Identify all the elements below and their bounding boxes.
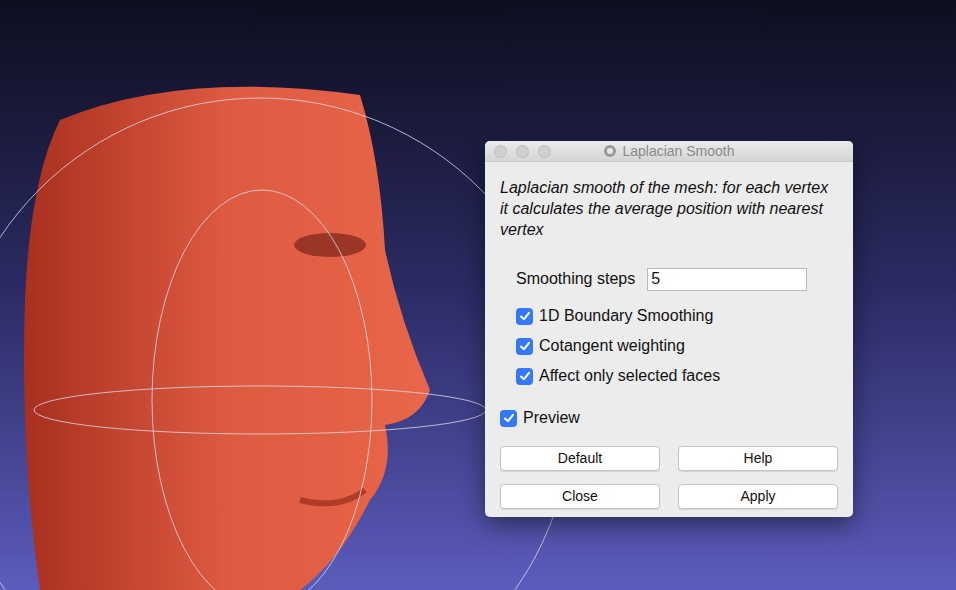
preview-row[interactable]: Preview [500, 406, 838, 430]
preview-label: Preview [523, 406, 580, 430]
check-icon [503, 412, 515, 424]
dialog-window: Laplacian Smooth Laplacian smooth of the … [485, 141, 853, 517]
window-title: Laplacian Smooth [622, 141, 734, 162]
meshlab-screen: Laplacian Smooth Laplacian smooth of the … [0, 0, 956, 590]
option-label: Affect only selected faces [539, 364, 720, 388]
option-checkbox[interactable] [516, 308, 533, 325]
check-icon [519, 370, 531, 382]
option-row[interactable]: 1D Boundary Smoothing [516, 301, 838, 331]
option-row[interactable]: Affect only selected faces [516, 361, 838, 391]
check-icon [519, 340, 531, 352]
dialog-button[interactable]: Apply [678, 484, 838, 509]
dialog-button[interactable]: Default [500, 446, 660, 471]
zoom-button[interactable] [538, 145, 551, 158]
option-checkbox[interactable] [516, 338, 533, 355]
meshlab-logo-icon [603, 144, 617, 158]
dialog-button[interactable]: Help [678, 446, 838, 471]
filter-description: Laplacian smooth of the mesh: for each v… [500, 177, 838, 240]
minimize-button[interactable] [516, 145, 529, 158]
title-bar[interactable]: Laplacian Smooth [485, 141, 853, 162]
option-checkbox[interactable] [516, 368, 533, 385]
option-row[interactable]: Cotangent weighting [516, 331, 838, 361]
dialog-button[interactable]: Close [500, 484, 660, 509]
option-label: Cotangent weighting [539, 334, 685, 358]
smoothing-steps-input[interactable] [647, 268, 807, 291]
close-button[interactable] [494, 145, 507, 158]
option-label: 1D Boundary Smoothing [539, 304, 713, 328]
check-icon [519, 310, 531, 322]
field-row: Smoothing steps [500, 267, 838, 291]
preview-checkbox[interactable] [500, 410, 517, 427]
face-mesh-icon [24, 87, 430, 590]
field-label: Smoothing steps [516, 267, 635, 291]
